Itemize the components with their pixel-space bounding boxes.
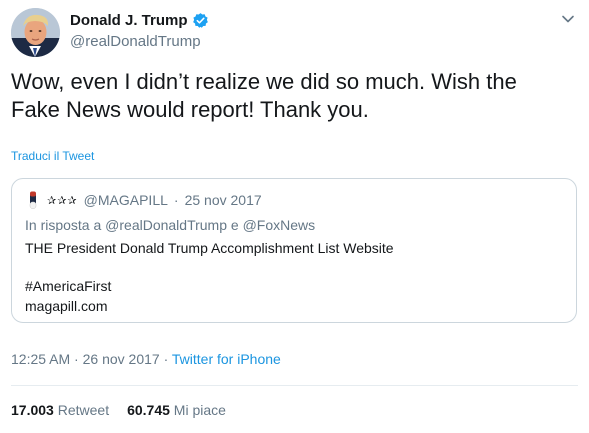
- quoted-separator: ·: [173, 192, 179, 208]
- quoted-tweet-card[interactable]: ✰✰✰ @MAGAPILL · 25 nov 2017 In risposta …: [11, 178, 577, 323]
- quoted-hashtag[interactable]: #AmericaFirst: [25, 278, 111, 294]
- meta-separator: ·: [163, 351, 169, 367]
- quoted-avatar-icon: [29, 191, 37, 209]
- retweets-label: Retweet: [57, 402, 110, 418]
- verified-badge-icon: [192, 13, 208, 28]
- tweet-stats: 17.003 Retweet 60.745 Mi piace: [11, 402, 226, 418]
- reply-user-link[interactable]: @FoxNews: [243, 217, 316, 233]
- retweets-count: 17.003: [11, 402, 54, 418]
- author-handle[interactable]: @realDonaldTrump: [70, 33, 201, 50]
- avatar[interactable]: [11, 8, 60, 57]
- author-name[interactable]: Donald J. Trump: [70, 12, 188, 29]
- tweet-source-link[interactable]: Twitter for iPhone: [172, 351, 281, 367]
- reply-joiner: e: [230, 217, 239, 233]
- likes-label: Mi piace: [173, 402, 226, 418]
- quoted-stars: ✰✰✰: [47, 194, 78, 207]
- likes-stat[interactable]: 60.745 Mi piace: [127, 402, 226, 418]
- quoted-handle[interactable]: @MAGAPILL: [84, 192, 168, 208]
- avatar-image: [11, 8, 60, 57]
- translate-tweet-link[interactable]: Traduci il Tweet: [11, 149, 94, 163]
- tweet-time[interactable]: 12:25 AM: [11, 351, 70, 367]
- meta-separator: ·: [74, 351, 79, 367]
- quoted-reply-context: In risposta a @realDonaldTrump e @FoxNew…: [25, 217, 315, 233]
- chevron-down-icon[interactable]: [561, 12, 575, 26]
- tweet-text: Wow, even I didn’t realize we did so muc…: [11, 69, 517, 122]
- quoted-tweet-header: ✰✰✰ @MAGAPILL · 25 nov 2017: [25, 191, 262, 209]
- tweet-date[interactable]: 26 nov 2017: [83, 351, 160, 367]
- likes-count: 60.745: [127, 402, 170, 418]
- reply-user-link[interactable]: @realDonaldTrump: [105, 217, 227, 233]
- retweets-stat[interactable]: 17.003 Retweet: [11, 402, 109, 418]
- quoted-date[interactable]: 25 nov 2017: [185, 192, 262, 208]
- quoted-text-line: THE President Donald Trump Accomplishmen…: [25, 240, 394, 256]
- reply-prefix: In risposta a: [25, 217, 102, 233]
- author-name-row[interactable]: Donald J. Trump: [70, 12, 209, 29]
- quoted-link[interactable]: magapill.com: [25, 298, 107, 314]
- divider: [11, 385, 578, 386]
- tweet-meta: 12:25 AM · 26 nov 2017 · Twitter for iPh…: [11, 351, 281, 367]
